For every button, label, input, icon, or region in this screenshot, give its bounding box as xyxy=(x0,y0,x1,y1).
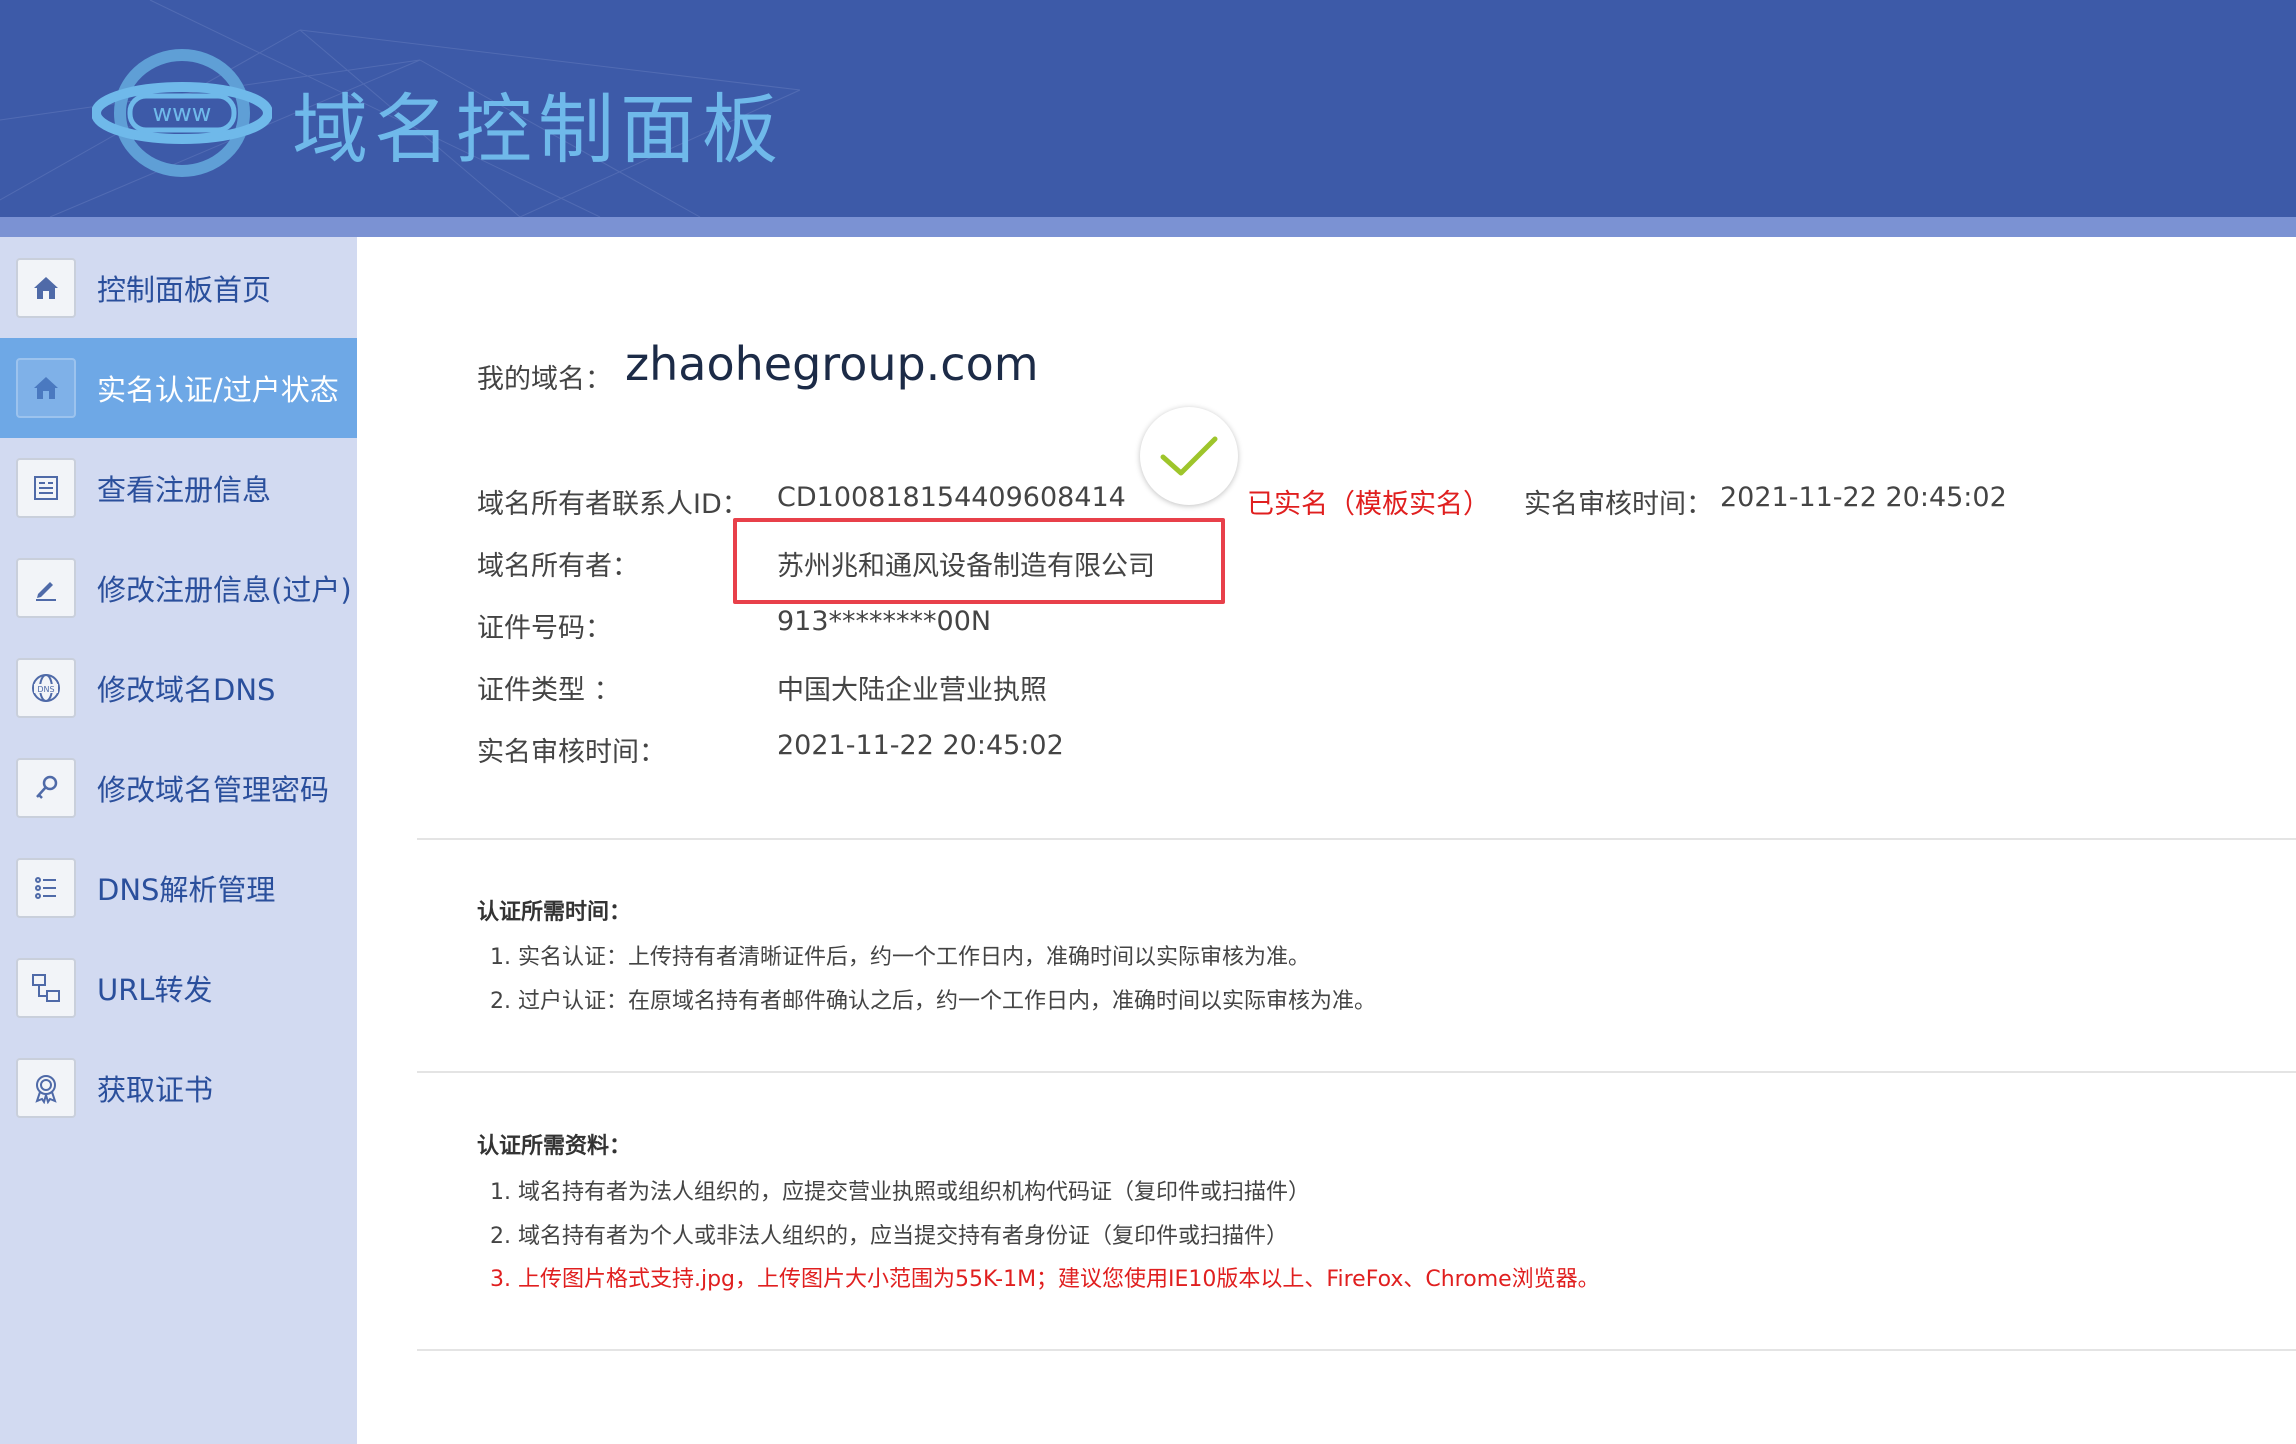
time-section-title: 认证所需时间： xyxy=(477,900,632,925)
certificate-icon xyxy=(16,1058,76,1118)
header: www 域名控制面板 xyxy=(0,0,2296,217)
sidebar: 控制面板首页 实名认证/过户状态 查看注册信息 修改注册信息(过户) DNS 修… xyxy=(0,237,357,1444)
material-section-title: 认证所需资料： xyxy=(477,1134,632,1159)
sidebar-item-label: DNS解析管理 xyxy=(97,873,276,907)
sidebar-item-edit-registration[interactable]: 修改注册信息(过户) xyxy=(0,538,357,638)
sidebar-item-get-certificate[interactable]: 获取证书 xyxy=(0,1038,357,1138)
sidebar-item-edit-dns[interactable]: DNS 修改域名DNS xyxy=(0,638,357,738)
divider xyxy=(417,838,2296,840)
sidebar-item-dns-management[interactable]: DNS解析管理 xyxy=(0,838,357,938)
www-globe-logo: www xyxy=(92,49,272,177)
home-icon xyxy=(16,258,76,318)
owner-highlight-box xyxy=(733,518,1225,604)
divider xyxy=(417,1349,2296,1351)
upload-notice: 3. 上传图片格式支持.jpg，上传图片大小范围为55K-1M；建议您使用IE1… xyxy=(490,1267,1600,1292)
audit-time-label: 实名审核时间： xyxy=(1524,489,1713,520)
sidebar-item-label: 修改域名DNS xyxy=(97,673,276,707)
sidebar-item-realname-status[interactable]: 实名认证/过户状态 xyxy=(0,338,357,438)
cert-type-label: 证件类型 ： xyxy=(477,675,621,706)
sidebar-item-url-forward[interactable]: URL转发 xyxy=(0,938,357,1038)
edit-pencil-icon xyxy=(16,558,76,618)
sidebar-item-label: URL转发 xyxy=(97,973,213,1007)
sidebar-item-edit-password[interactable]: 修改域名管理密码 xyxy=(0,738,357,838)
home-icon xyxy=(16,358,76,418)
cert-number-value: 913********00N xyxy=(777,606,992,637)
verified-check-icon xyxy=(1140,407,1238,505)
forward-icon xyxy=(16,958,76,1018)
domain-name: zhaohegroup.com xyxy=(625,337,1039,391)
sidebar-item-home[interactable]: 控制面板首页 xyxy=(0,238,357,338)
contact-id-value: CD100818154409608414 xyxy=(777,482,1126,513)
contact-id-label: 域名所有者联系人ID： xyxy=(477,489,749,520)
sidebar-item-label: 实名认证/过户状态 xyxy=(97,373,339,407)
list-item: 2. 域名持有者为个人或非法人组织的，应当提交持有者身份证（复印件或扫描件） xyxy=(490,1224,1288,1249)
verify-time-label: 实名审核时间： xyxy=(477,737,666,768)
document-list-icon xyxy=(16,458,76,518)
header-band xyxy=(0,217,2296,237)
list-icon xyxy=(16,858,76,918)
dns-globe-icon: DNS xyxy=(16,658,76,718)
sidebar-item-label: 修改域名管理密码 xyxy=(97,773,330,807)
app-title: 域名控制面板 xyxy=(292,85,784,174)
domain-label: 我的域名： xyxy=(477,364,612,395)
cert-number-label: 证件号码： xyxy=(477,613,612,644)
sidebar-item-label: 获取证书 xyxy=(97,1073,214,1107)
list-item: 2. 过户认证：在原域名持有者邮件确认之后，约一个工作日内，准确时间以实际审核为… xyxy=(490,989,1376,1014)
sidebar-item-label: 修改注册信息(过户) xyxy=(97,573,352,607)
svg-text:DNS: DNS xyxy=(37,685,54,694)
sidebar-item-view-registration[interactable]: 查看注册信息 xyxy=(0,438,357,538)
owner-label: 域名所有者： xyxy=(477,551,639,582)
main-content: 我的域名： zhaohegroup.com 域名所有者联系人ID： CD1008… xyxy=(357,237,2296,1444)
list-item: 1. 域名持有者为法人组织的，应提交营业执照或组织机构代码证（复印件或扫描件） xyxy=(490,1180,1310,1205)
cert-type-value: 中国大陆企业营业执照 xyxy=(777,675,1047,706)
sidebar-item-label: 查看注册信息 xyxy=(97,473,272,507)
status-badge: 已实名（模板实名） xyxy=(1247,489,1490,520)
audit-time-value: 2021-11-22 20:45:02 xyxy=(1720,482,2007,513)
sidebar-item-label: 控制面板首页 xyxy=(97,273,272,307)
verify-time-value: 2021-11-22 20:45:02 xyxy=(777,730,1064,761)
divider xyxy=(417,1071,2296,1073)
svg-text:www: www xyxy=(153,99,212,127)
list-item: 1. 实名认证：上传持有者清晰证件后，约一个工作日内，准确时间以实际审核为准。 xyxy=(490,945,1310,970)
key-icon xyxy=(16,758,76,818)
